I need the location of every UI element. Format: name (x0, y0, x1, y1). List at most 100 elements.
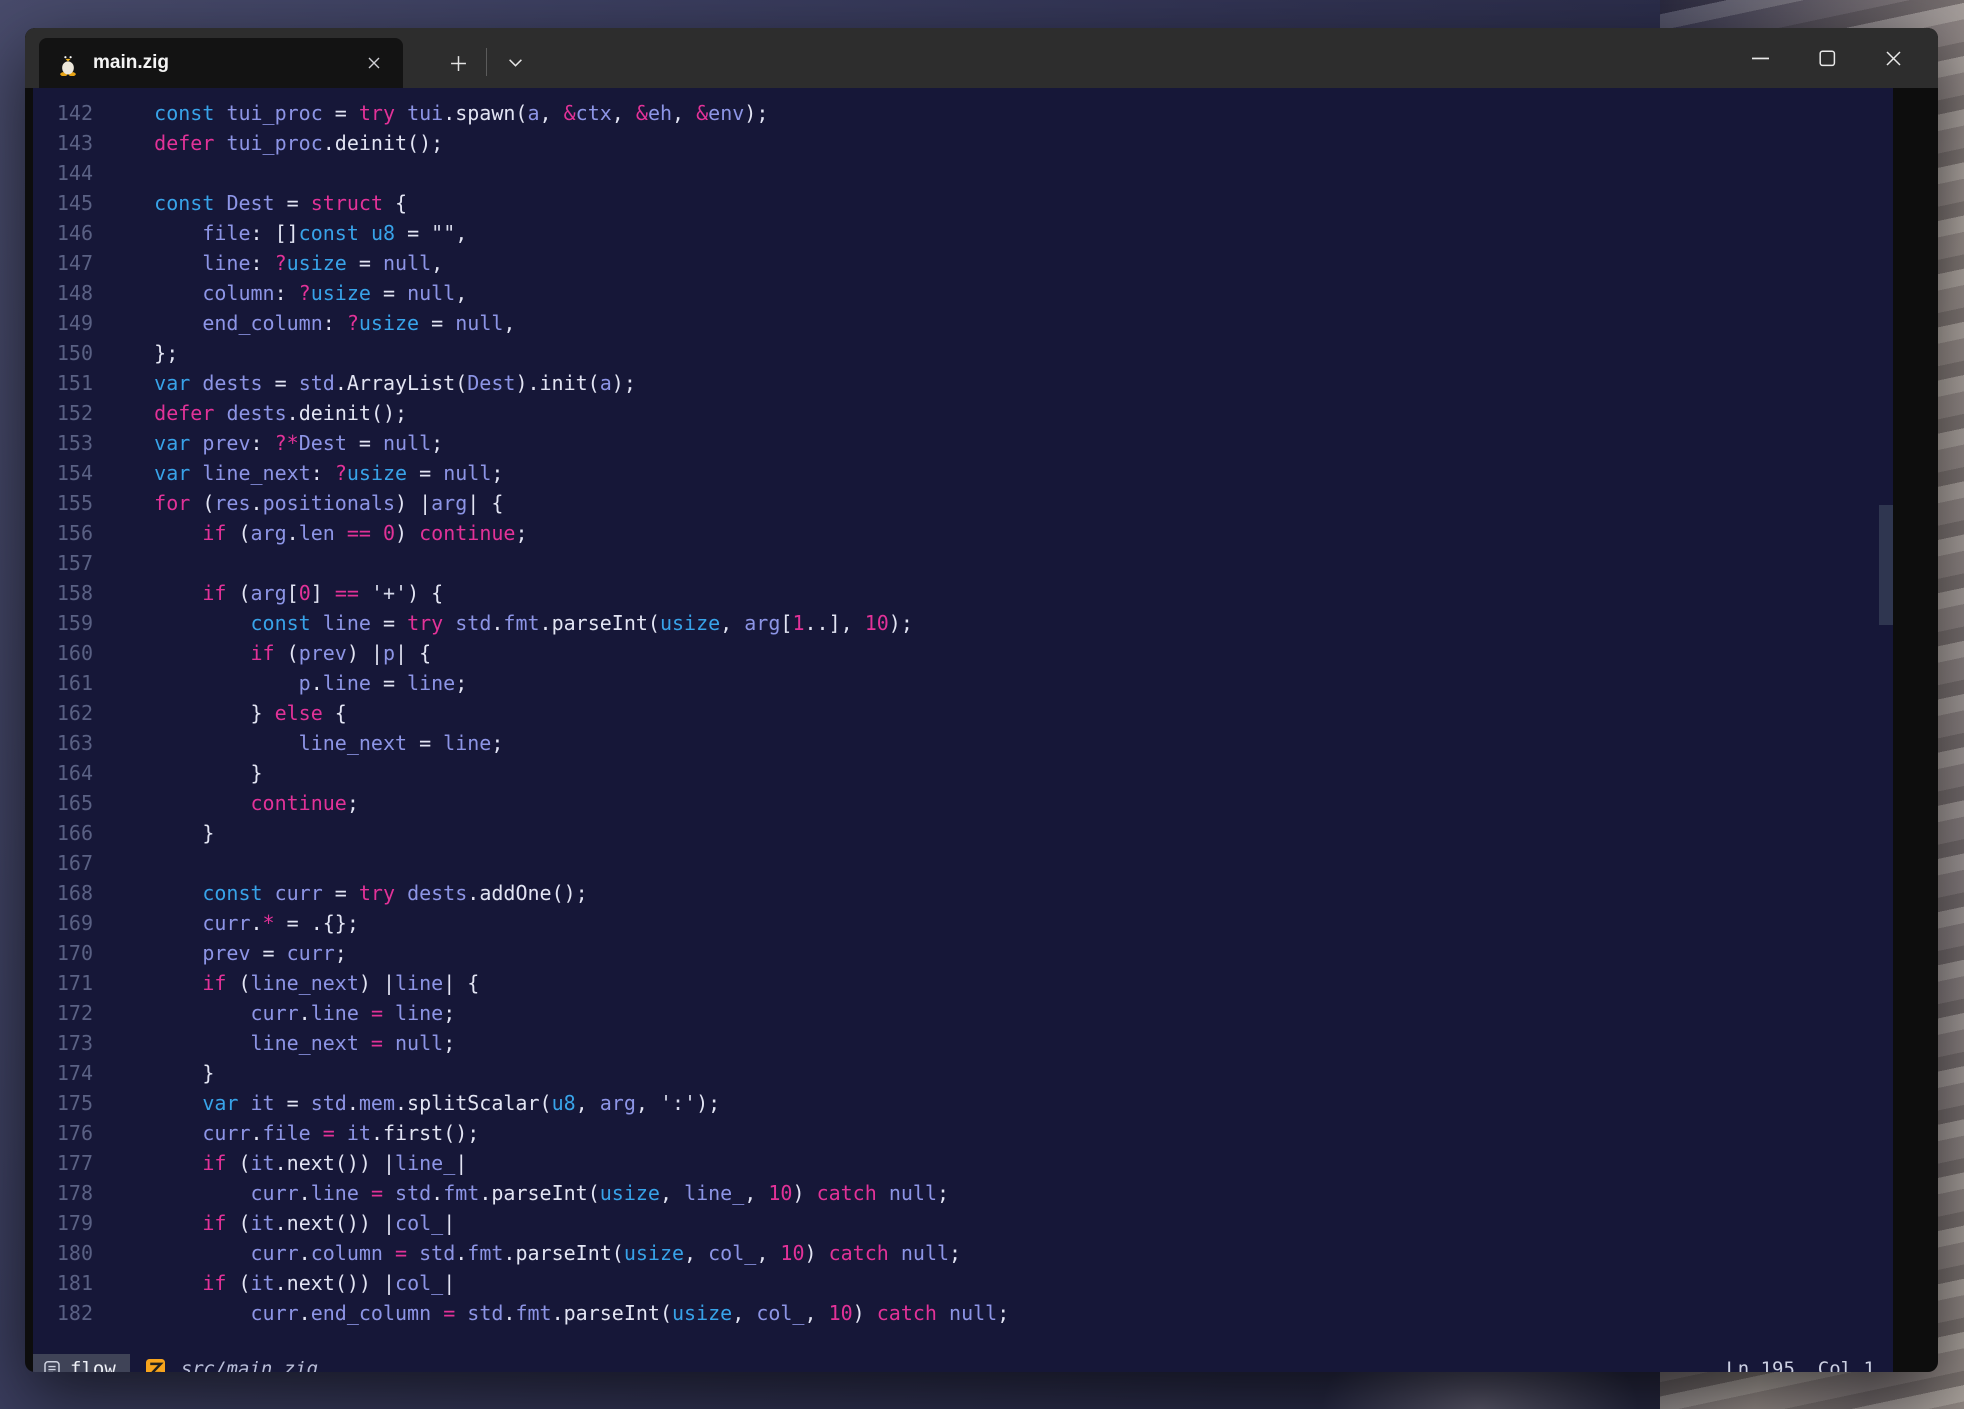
flow-logo-icon (43, 1360, 61, 1373)
code-line[interactable]: 168 const curr = try dests.addOne(); (33, 878, 1893, 908)
code-line[interactable]: 154 var line_next: ?usize = null; (33, 458, 1893, 488)
code-text: var dests = std.ArrayList(Dest).init(a); (106, 368, 636, 398)
code-text: line: ?usize = null, (106, 248, 443, 278)
mode-label: flow (70, 1358, 116, 1373)
tab-dropdown-button[interactable] (495, 43, 535, 83)
line-number: 163 (33, 728, 93, 758)
code-line[interactable]: 143 defer tui_proc.deinit(); (33, 128, 1893, 158)
code-line[interactable]: 162 } else { (33, 698, 1893, 728)
tab-main-zig[interactable]: main.zig (39, 38, 403, 88)
code-text: const curr = try dests.addOne(); (106, 878, 588, 908)
code-text: if (arg.len == 0) continue; (106, 518, 528, 548)
code-text: }; (106, 338, 178, 368)
flow-mode-button[interactable]: flow (33, 1354, 130, 1372)
code-text: const Dest = struct { (106, 188, 407, 218)
code-line[interactable]: 145 const Dest = struct { (33, 188, 1893, 218)
file-path[interactable]: src/main.zig (181, 1358, 318, 1373)
code-text: var it = std.mem.splitScalar(u8, arg, ':… (106, 1088, 720, 1118)
code-text: defer tui_proc.deinit(); (106, 128, 443, 158)
line-number: 143 (33, 128, 93, 158)
status-bar: flow src/main.zig Ln 195, Col 1 (33, 1354, 1893, 1372)
line-number: 144 (33, 158, 93, 188)
code-text: curr.* = .{}; (106, 908, 359, 938)
line-number: 150 (33, 338, 93, 368)
line-number: 172 (33, 998, 93, 1028)
tux-penguin-icon (57, 50, 79, 76)
code-line[interactable]: 160 if (prev) |p| { (33, 638, 1893, 668)
code-line[interactable]: 175 var it = std.mem.splitScalar(u8, arg… (33, 1088, 1893, 1118)
code-line[interactable]: 163 line_next = line; (33, 728, 1893, 758)
code-line[interactable]: 171 if (line_next) |line| { (33, 968, 1893, 998)
code-line[interactable]: 179 if (it.next()) |col_| (33, 1208, 1893, 1238)
code-text: line_next = line; (106, 728, 503, 758)
code-text: var prev: ?*Dest = null; (106, 428, 443, 458)
line-number: 159 (33, 608, 93, 638)
code-text: if (arg[0] == '+') { (106, 578, 443, 608)
code-line[interactable]: 149 end_column: ?usize = null, (33, 308, 1893, 338)
code-line[interactable]: 177 if (it.next()) |line_| (33, 1148, 1893, 1178)
line-number: 152 (33, 398, 93, 428)
code-line[interactable]: 155 for (res.positionals) |arg| { (33, 488, 1893, 518)
code-text: continue; (106, 788, 359, 818)
zig-logo-icon (146, 1359, 165, 1372)
code-line[interactable]: 181 if (it.next()) |col_| (33, 1268, 1893, 1298)
code-text: p.line = line; (106, 668, 467, 698)
line-number: 169 (33, 908, 93, 938)
line-number: 177 (33, 1148, 93, 1178)
cursor-position[interactable]: Ln 195, Col 1 (1726, 1358, 1875, 1373)
code-line[interactable]: 150 }; (33, 338, 1893, 368)
tab-close-icon[interactable] (359, 48, 389, 78)
code-text: curr.column = std.fmt.parseInt(usize, co… (106, 1238, 961, 1268)
tab-bar: main.zig (25, 28, 1938, 88)
code-line[interactable]: 164 } (33, 758, 1893, 788)
code-line[interactable]: 152 defer dests.deinit(); (33, 398, 1893, 428)
code-line[interactable]: 172 curr.line = line; (33, 998, 1893, 1028)
code-line[interactable]: 174 } (33, 1058, 1893, 1088)
code-text: } else { (106, 698, 347, 728)
code-line[interactable]: 165 continue; (33, 788, 1893, 818)
minimize-button[interactable] (1728, 32, 1794, 84)
code-line[interactable]: 157 (33, 548, 1893, 578)
code-line[interactable]: 146 file: []const u8 = "", (33, 218, 1893, 248)
code-line[interactable]: 159 const line = try std.fmt.parseInt(us… (33, 608, 1893, 638)
code-line[interactable]: 151 var dests = std.ArrayList(Dest).init… (33, 368, 1893, 398)
code-line[interactable]: 182 curr.end_column = std.fmt.parseInt(u… (33, 1298, 1893, 1328)
maximize-button[interactable] (1794, 32, 1860, 84)
code-line[interactable]: 161 p.line = line; (33, 668, 1893, 698)
line-number: 164 (33, 758, 93, 788)
code-line[interactable]: 169 curr.* = .{}; (33, 908, 1893, 938)
line-number: 153 (33, 428, 93, 458)
line-number: 160 (33, 638, 93, 668)
code-line[interactable]: 166 } (33, 818, 1893, 848)
line-number: 171 (33, 968, 93, 998)
editor-pane[interactable]: 142 const tui_proc = try tui.spawn(a, &c… (33, 88, 1893, 1372)
window-close-button[interactable] (1860, 32, 1926, 84)
code-line[interactable]: 180 curr.column = std.fmt.parseInt(usize… (33, 1238, 1893, 1268)
tab-title: main.zig (93, 52, 359, 74)
scrollbar-thumb[interactable] (1879, 505, 1893, 625)
code-line[interactable]: 167 (33, 848, 1893, 878)
code-text: } (106, 1058, 214, 1088)
line-number: 166 (33, 818, 93, 848)
line-number: 180 (33, 1238, 93, 1268)
code-line[interactable]: 147 line: ?usize = null, (33, 248, 1893, 278)
code-text: curr.file = it.first(); (106, 1118, 479, 1148)
code-line[interactable]: 156 if (arg.len == 0) continue; (33, 518, 1893, 548)
line-number: 179 (33, 1208, 93, 1238)
line-number: 170 (33, 938, 93, 968)
code-line[interactable]: 153 var prev: ?*Dest = null; (33, 428, 1893, 458)
code-text: if (it.next()) |line_| (106, 1148, 467, 1178)
code-line[interactable]: 170 prev = curr; (33, 938, 1893, 968)
code-line[interactable]: 142 const tui_proc = try tui.spawn(a, &c… (33, 98, 1893, 128)
line-number: 165 (33, 788, 93, 818)
new-tab-button[interactable] (437, 43, 479, 83)
line-number: 181 (33, 1268, 93, 1298)
line-number: 147 (33, 248, 93, 278)
code-line[interactable]: 176 curr.file = it.first(); (33, 1118, 1893, 1148)
code-line[interactable]: 158 if (arg[0] == '+') { (33, 578, 1893, 608)
code-line[interactable]: 148 column: ?usize = null, (33, 278, 1893, 308)
code-line[interactable]: 144 (33, 158, 1893, 188)
line-number: 151 (33, 368, 93, 398)
code-line[interactable]: 173 line_next = null; (33, 1028, 1893, 1058)
code-line[interactable]: 178 curr.line = std.fmt.parseInt(usize, … (33, 1178, 1893, 1208)
